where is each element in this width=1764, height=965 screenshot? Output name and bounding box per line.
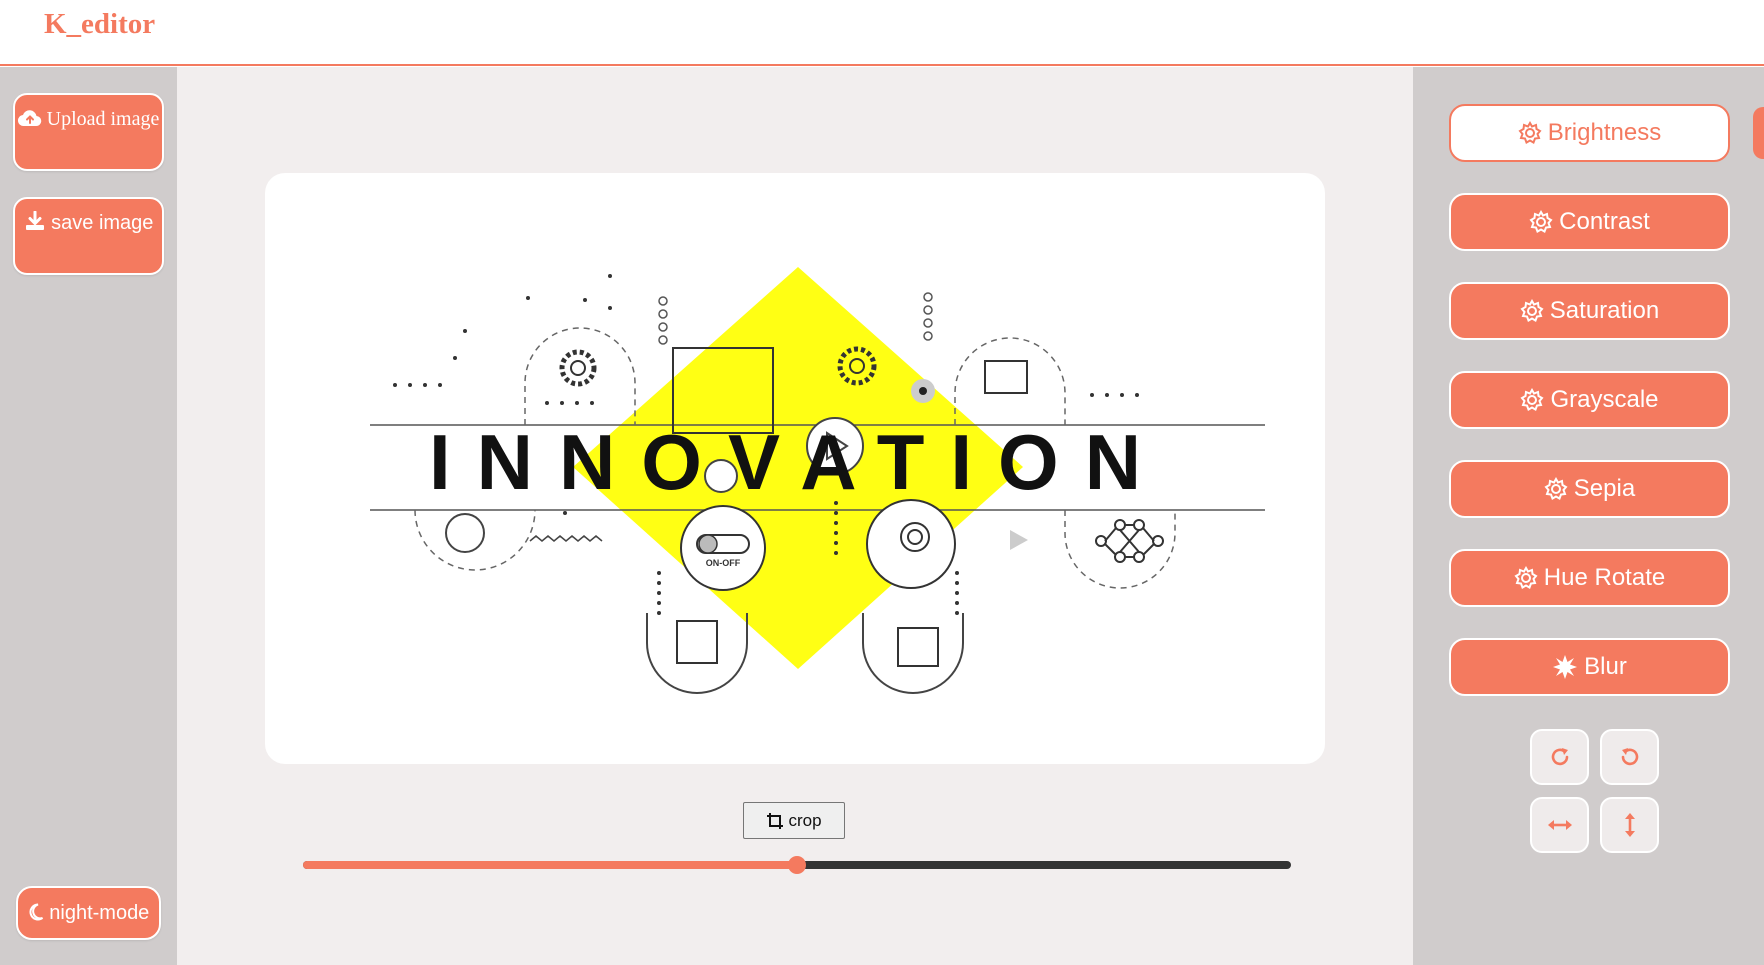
sepia-button[interactable]: Sepia bbox=[1449, 460, 1730, 518]
upload-image-button[interactable]: Upload image bbox=[13, 93, 164, 171]
flip-horizontal-button[interactable] bbox=[1530, 797, 1589, 853]
gear-icon bbox=[1518, 121, 1542, 144]
blur-button[interactable]: Blur bbox=[1449, 638, 1730, 696]
app-title: K_editor bbox=[44, 8, 156, 40]
brightness-button[interactable]: Brightness bbox=[1449, 104, 1730, 162]
cloud-upload-icon bbox=[17, 110, 41, 127]
saturation-button[interactable]: Saturation bbox=[1449, 282, 1730, 340]
save-image-label: save image bbox=[51, 212, 154, 234]
burst-icon bbox=[1553, 655, 1578, 679]
blur-label: Blur bbox=[1584, 653, 1627, 680]
contrast-label: Contrast bbox=[1559, 208, 1650, 235]
slider-thumb[interactable] bbox=[788, 856, 806, 874]
gear-icon bbox=[1520, 388, 1545, 411]
gear-icon bbox=[1544, 477, 1568, 500]
flip-vertical-button[interactable] bbox=[1600, 797, 1659, 853]
flip-horizontal-icon bbox=[1547, 820, 1572, 830]
switch-label: ON-OFF bbox=[706, 558, 741, 568]
rotate-left-icon bbox=[1621, 748, 1638, 766]
gear-icon bbox=[1514, 566, 1538, 589]
hue-rotate-label: Hue Rotate bbox=[1543, 564, 1666, 591]
rotate-right-button[interactable] bbox=[1530, 729, 1589, 785]
crop-icon bbox=[767, 812, 784, 829]
hue-rotate-button[interactable]: Hue Rotate bbox=[1449, 549, 1730, 607]
app-header: K_editor bbox=[0, 0, 1764, 66]
gear-icon bbox=[1520, 299, 1544, 322]
brightness-label: Brightness bbox=[1547, 119, 1662, 146]
rotate-right-icon bbox=[1551, 748, 1568, 766]
night-mode-label: night-mode bbox=[49, 902, 150, 924]
sepia-label: Sepia bbox=[1573, 475, 1636, 502]
saturation-label: Saturation bbox=[1549, 297, 1660, 324]
crop-button[interactable]: crop bbox=[743, 802, 845, 839]
moon-icon bbox=[29, 903, 43, 921]
contrast-button[interactable]: Contrast bbox=[1449, 193, 1730, 251]
upload-image-label: Upload image bbox=[46, 108, 160, 130]
grayscale-label: Grayscale bbox=[1550, 386, 1659, 413]
crop-label: crop bbox=[788, 810, 822, 830]
image-word: INNOVATION bbox=[429, 418, 1167, 506]
flip-vertical-icon bbox=[1624, 813, 1635, 837]
filter-button-partial[interactable] bbox=[1753, 107, 1764, 159]
download-icon bbox=[25, 210, 44, 230]
gear-icon bbox=[1529, 210, 1553, 233]
rotate-left-button[interactable] bbox=[1600, 729, 1659, 785]
night-mode-button[interactable]: night-mode bbox=[16, 886, 161, 940]
save-image-button[interactable]: save image bbox=[13, 197, 164, 275]
preview-image: ON-OFF INNOVATION bbox=[370, 267, 1265, 694]
image-preview: ON-OFF INNOVATION bbox=[265, 173, 1325, 764]
grayscale-button[interactable]: Grayscale bbox=[1449, 371, 1730, 429]
filter-slider[interactable] bbox=[303, 856, 1291, 874]
slider-fill bbox=[303, 861, 797, 869]
